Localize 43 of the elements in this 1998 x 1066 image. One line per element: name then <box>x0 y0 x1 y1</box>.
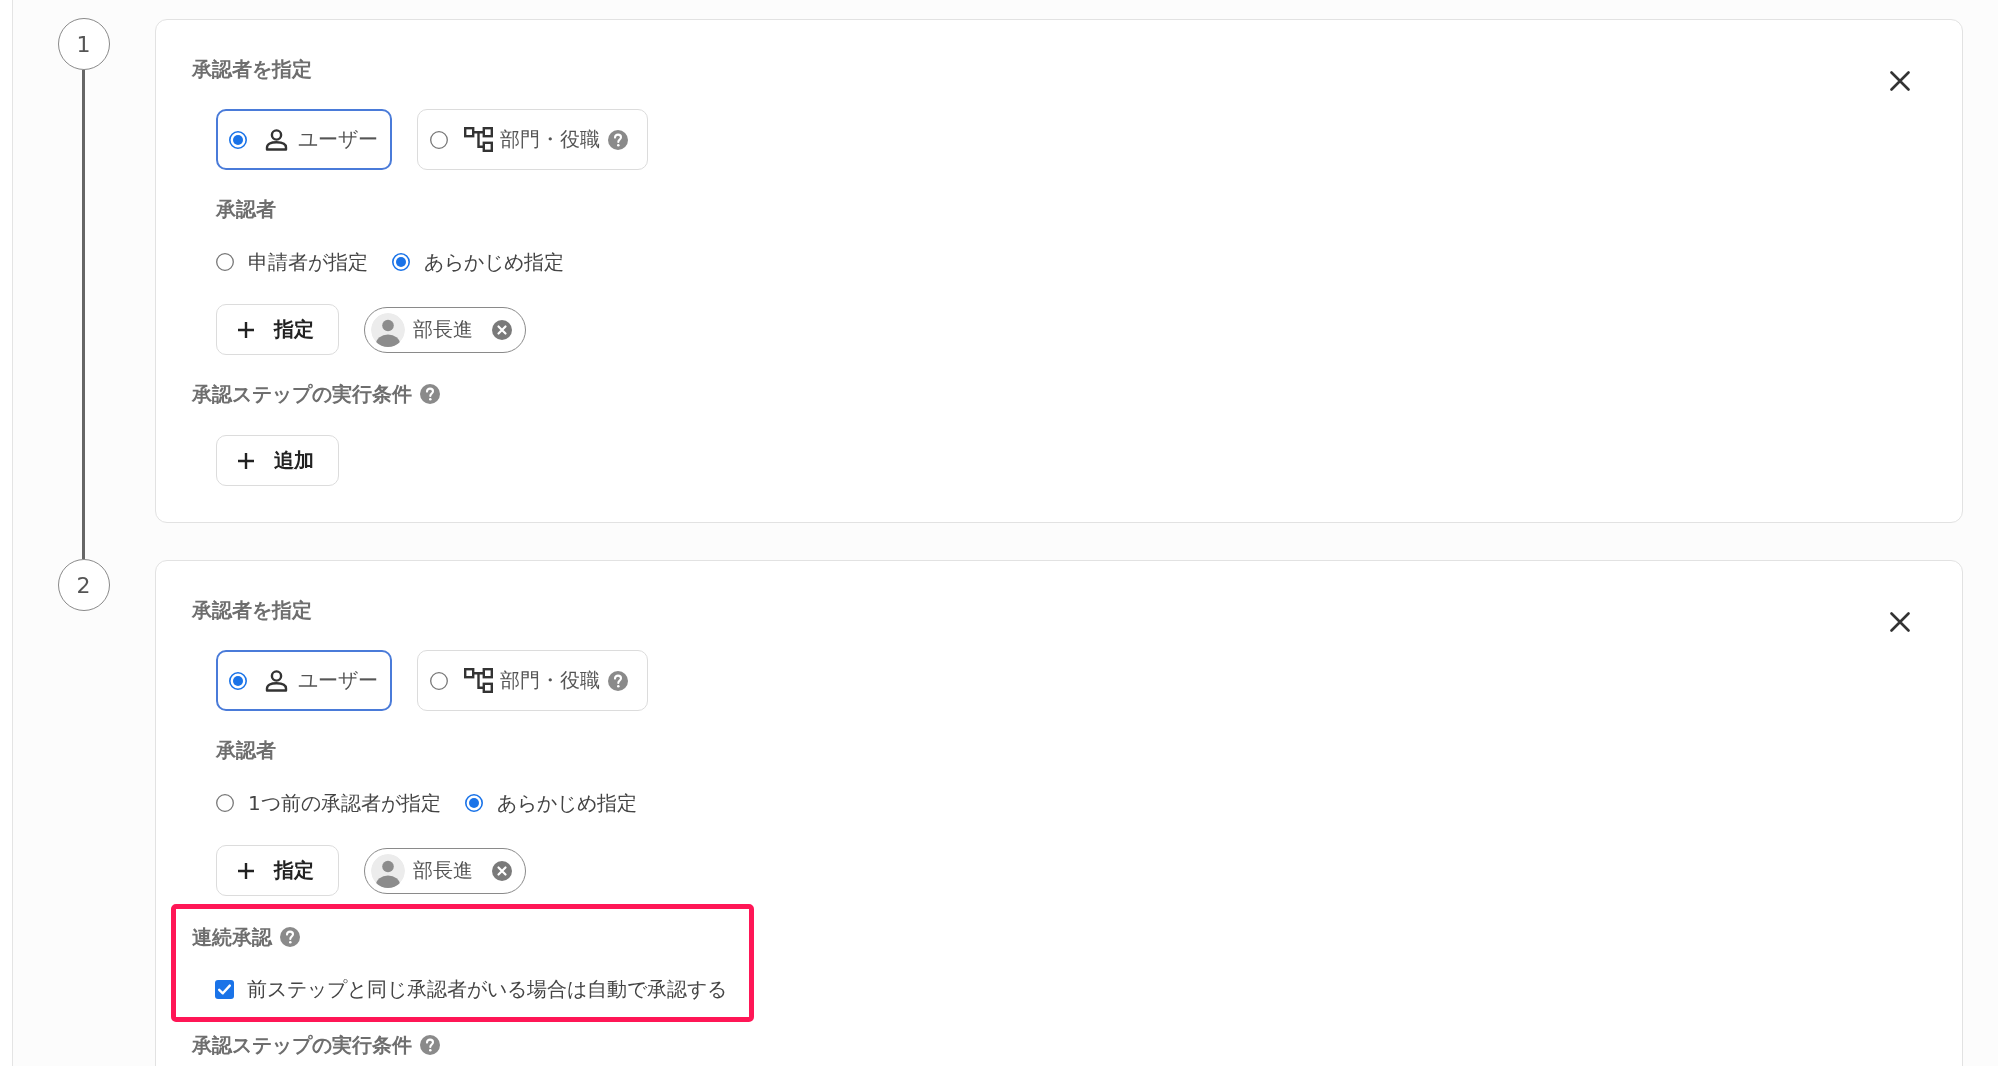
section-label: 承認ステップの実行条件 <box>192 381 412 407</box>
section-label: 連続承認 <box>192 924 272 950</box>
approver-type-option[interactable]: ユーザー <box>216 109 392 170</box>
add-condition-button[interactable]: 追加 <box>216 435 339 486</box>
approver-type-option[interactable]: 部門・役職 <box>417 109 648 170</box>
org-chart-icon <box>464 127 493 152</box>
section-label: 承認者を指定 <box>192 597 312 623</box>
close-button[interactable] <box>1890 612 1910 632</box>
assign-button[interactable]: 指定 <box>216 304 339 355</box>
assign-button[interactable]: 指定 <box>216 845 339 896</box>
org-chart-icon <box>464 668 493 693</box>
step-number: 1 <box>57 18 110 70</box>
help-icon <box>608 670 628 691</box>
close-button[interactable] <box>1890 71 1910 91</box>
remove-icon[interactable] <box>492 860 512 881</box>
auto-approve-option[interactable]: 前ステップと同じ承認者がいる場合は自動で承認する <box>215 976 727 1002</box>
plus-icon <box>237 320 255 339</box>
approver-type-option[interactable]: ユーザー <box>216 650 392 711</box>
help-icon <box>608 129 628 150</box>
avatar-icon <box>371 853 405 888</box>
section-label: 承認者 <box>216 196 276 222</box>
close-icon <box>1890 71 1910 91</box>
step-number: 2 <box>57 559 110 611</box>
approver-mode-option[interactable]: あらかじめ指定 <box>464 789 637 817</box>
person-icon <box>265 128 288 151</box>
approver-name: 部長進 <box>413 316 473 343</box>
help-icon <box>420 1035 440 1055</box>
close-icon <box>1890 612 1910 632</box>
section-label: 承認者 <box>216 737 276 763</box>
section-label: 承認者を指定 <box>192 56 312 82</box>
avatar-icon <box>371 312 405 347</box>
approver-type-option[interactable]: 部門・役職 <box>417 650 648 711</box>
plus-icon <box>237 861 255 880</box>
approver-mode-option[interactable]: 申請者が指定 <box>216 248 368 276</box>
approver-mode-option[interactable]: あらかじめ指定 <box>392 248 564 276</box>
plus-icon <box>237 451 255 470</box>
approver-name: 部長進 <box>413 857 473 884</box>
section-label: 承認ステップの実行条件 <box>192 1032 412 1058</box>
person-icon <box>265 669 288 692</box>
help-icon <box>420 384 440 404</box>
remove-icon[interactable] <box>492 319 512 340</box>
approver-mode-option[interactable]: 1つ前の承認者が指定 <box>216 789 441 817</box>
help-icon <box>280 927 300 947</box>
